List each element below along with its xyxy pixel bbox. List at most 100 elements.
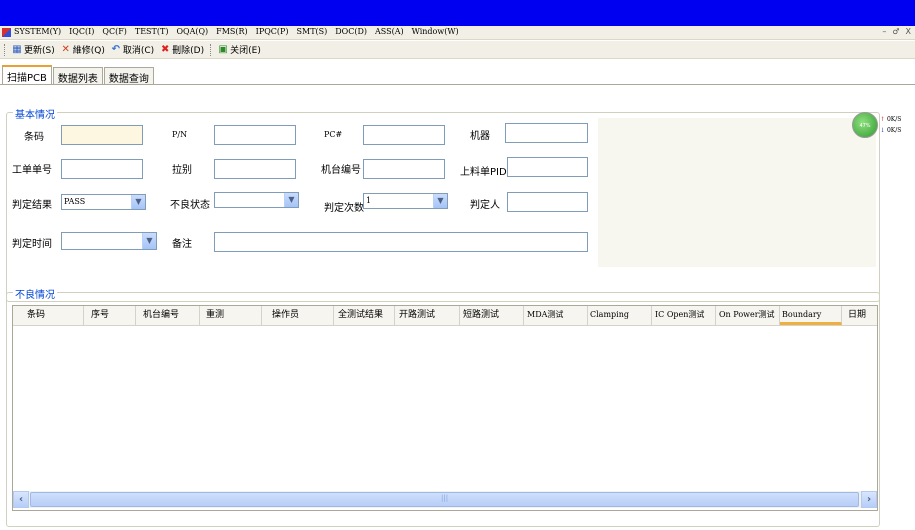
judge-count-label: 判定次数 <box>324 203 364 214</box>
network-meter-icon: 47% <box>852 112 878 138</box>
scroll-right-button[interactable]: › <box>861 491 877 508</box>
judge-person-label: 判定人 <box>470 200 500 211</box>
download-speed: ↓ 0K/S <box>880 127 901 134</box>
blank-panel <box>598 118 876 267</box>
upload-speed: ↑ 0K/S <box>880 116 901 123</box>
cancel-button[interactable]: ↶ 取消(C) <box>111 43 155 56</box>
menu-oqa[interactable]: OQA(Q) <box>176 27 208 36</box>
download-value: 0K/S <box>886 127 902 134</box>
col-date[interactable]: 日期 <box>842 306 877 325</box>
col-ic-open[interactable]: IC Open测试 <box>652 306 716 325</box>
machine-label: 机器 <box>470 131 490 142</box>
pull-input[interactable] <box>214 159 296 179</box>
toolbar-grip[interactable] <box>4 43 6 56</box>
col-full-result[interactable]: 全测试结果 <box>334 306 395 325</box>
pc-label: PC# <box>324 130 343 139</box>
basic-info-title: 基本情况 <box>13 106 57 121</box>
defect-status-label: 不良状态 <box>170 200 210 211</box>
judge-result-select[interactable]: PASS ▼ <box>61 194 146 210</box>
upload-value: 0K/S <box>886 116 902 123</box>
delete-icon: ✖ <box>160 43 170 55</box>
menu-window[interactable]: Window(W) <box>412 27 459 36</box>
arrow-down-icon: ↓ <box>880 127 886 134</box>
col-barcode[interactable]: 条码 <box>13 306 84 325</box>
scroll-left-button[interactable]: ‹ <box>13 491 29 508</box>
pc-input[interactable] <box>363 125 445 145</box>
tab-divider <box>0 84 915 85</box>
tab-data-query[interactable]: 数据查询 <box>103 67 154 85</box>
exit-icon: ▣ <box>218 43 228 55</box>
menu-bar: SYSTEM(Y) IQC(I) QC(F) TEST(T) OQA(Q) FM… <box>0 26 915 40</box>
station-no-input[interactable] <box>363 159 445 179</box>
menu-smt[interactable]: SMT(S) <box>297 27 328 36</box>
remark-input[interactable] <box>214 232 588 252</box>
col-short-test[interactable]: 短路测试 <box>460 306 524 325</box>
tab-data-list[interactable]: 数据列表 <box>52 67 103 85</box>
menu-test[interactable]: TEST(T) <box>135 27 169 36</box>
menu-iqc[interactable]: IQC(I) <box>69 27 94 36</box>
restore-button[interactable]: ♂ <box>892 27 899 36</box>
judge-result-label: 判定结果 <box>12 200 52 211</box>
col-boundary[interactable]: Boundary <box>780 306 842 325</box>
chevron-down-icon[interactable]: ▼ <box>433 194 447 208</box>
feed-pid-label: 上料单PID <box>460 167 507 178</box>
menu-qc[interactable]: QC(F) <box>102 27 126 36</box>
judge-count-select[interactable]: 1 ▼ <box>363 193 448 209</box>
chevron-down-icon[interactable]: ▼ <box>284 193 298 207</box>
col-station-no[interactable]: 机台编号 <box>136 306 200 325</box>
col-open-test[interactable]: 开路测试 <box>395 306 460 325</box>
barcode-label: 条码 <box>24 132 44 143</box>
close-window-button[interactable]: X <box>906 27 911 36</box>
menu-system[interactable]: SYSTEM(Y) <box>14 27 61 36</box>
refresh-button[interactable]: ▦ 更新(S) <box>12 43 55 56</box>
judge-person-input[interactable] <box>507 192 588 212</box>
judge-time-picker[interactable]: ▼ <box>61 232 157 250</box>
col-operator[interactable]: 操作员 <box>262 306 334 325</box>
col-clamping[interactable]: Clamping <box>588 306 652 325</box>
toolbar: ▦ 更新(S) ✕ 維修(Q) ↶ 取消(C) ✖ 刪除(D) ▣ 关闭(E) <box>0 41 915 59</box>
tab-scan-pcb[interactable]: 扫描PCB <box>2 65 52 84</box>
delete-label: 刪除(D) <box>172 46 205 56</box>
col-seq[interactable]: 序号 <box>84 306 136 325</box>
wrench-icon: ✕ <box>61 43 70 55</box>
feed-pid-input[interactable] <box>507 157 588 177</box>
title-bar <box>0 0 915 26</box>
machine-input[interactable] <box>505 123 588 143</box>
defect-status-select[interactable]: ▼ <box>214 192 299 208</box>
defect-grid: 条码 序号 机台编号 重测 操作员 全测试结果 开路测试 短路测试 MDA测试 … <box>12 305 878 511</box>
repair-label: 維修(Q) <box>72 46 105 56</box>
menu-fms[interactable]: FMS(R) <box>216 27 248 36</box>
grid-header: 条码 序号 机台编号 重测 操作员 全测试结果 开路测试 短路测试 MDA测试 … <box>13 306 877 326</box>
undo-icon: ↶ <box>111 43 121 55</box>
minimize-button[interactable]: – <box>882 27 886 36</box>
col-on-power[interactable]: On Power测试 <box>716 306 780 325</box>
delete-button[interactable]: ✖ 刪除(D) <box>160 43 204 56</box>
horizontal-scrollbar[interactable]: ‹ › <box>13 491 877 508</box>
judge-count-value: 1 <box>366 196 372 205</box>
app-icon <box>2 28 11 37</box>
work-order-input[interactable] <box>61 159 143 179</box>
pn-label: P/N <box>172 130 188 139</box>
barcode-input[interactable] <box>61 125 143 145</box>
menu-doc[interactable]: DOC(D) <box>335 27 367 36</box>
calendar-dropdown-icon[interactable]: ▼ <box>142 233 156 249</box>
col-retest[interactable]: 重测 <box>200 306 262 325</box>
col-mda-test[interactable]: MDA测试 <box>524 306 588 325</box>
save-icon: ▦ <box>12 43 22 55</box>
cancel-label: 取消(C) <box>122 46 155 56</box>
network-speed-widget[interactable]: 47% ↑ 0K/S ↓ 0K/S <box>852 112 910 140</box>
repair-button[interactable]: ✕ 維修(Q) <box>61 43 105 56</box>
menu-ass[interactable]: ASS(A) <box>375 27 404 36</box>
close-button[interactable]: ▣ 关闭(E) <box>218 43 261 56</box>
scroll-thumb[interactable] <box>30 492 859 507</box>
judge-time-label: 判定时间 <box>12 239 52 250</box>
refresh-label: 更新(S) <box>24 46 55 56</box>
pn-input[interactable] <box>214 125 296 145</box>
chevron-down-icon[interactable]: ▼ <box>131 195 145 209</box>
menu-ipqc[interactable]: IPQC(P) <box>256 27 289 36</box>
main-window: SYSTEM(Y) IQC(I) QC(F) TEST(T) OQA(Q) FM… <box>0 26 915 530</box>
close-label: 关闭(E) <box>230 46 261 56</box>
defect-title: 不良情况 <box>13 286 57 301</box>
arrow-up-icon: ↑ <box>880 116 886 123</box>
pull-label: 拉别 <box>172 165 192 176</box>
